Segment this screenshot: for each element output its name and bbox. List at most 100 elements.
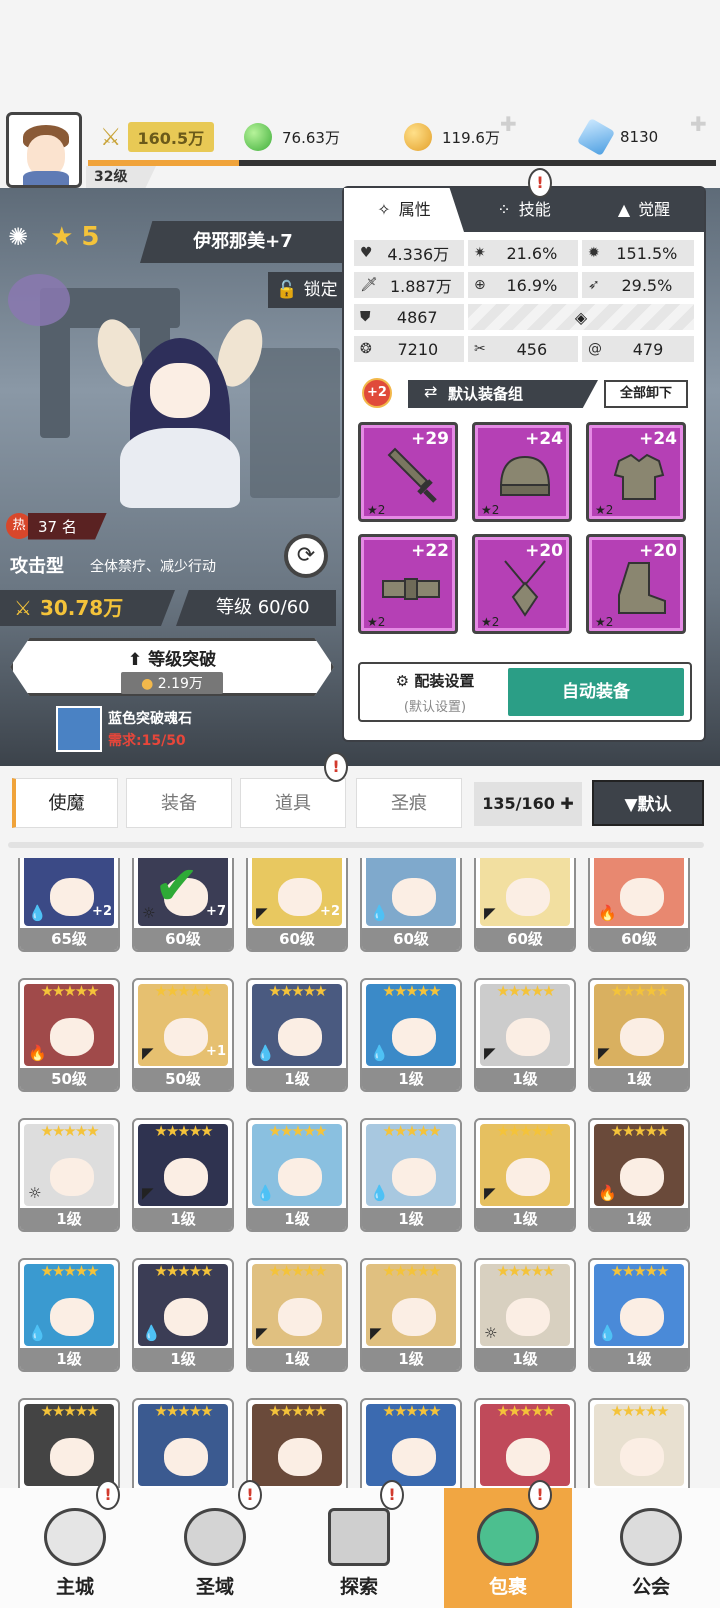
tab-awaken[interactable]: ▲ 觉醒	[584, 188, 704, 232]
tab-stigmata[interactable]: 圣痕	[356, 778, 462, 828]
familiar-level: 1级	[476, 1208, 574, 1230]
familiar-card[interactable]: ★★★★★ 💧 +2 65级	[18, 858, 120, 952]
familiar-level: 1级	[248, 1208, 346, 1230]
familiar-card[interactable]: ★★★★★ 💧 1级	[588, 1258, 690, 1372]
nav-main-city[interactable]: 主城	[10, 1488, 140, 1608]
familiar-level: 1级	[590, 1348, 688, 1370]
familiar-level: 1级	[476, 1068, 574, 1090]
familiar-level: 1级	[20, 1348, 118, 1370]
hot-rank-badge[interactable]: 热 37 名	[6, 511, 107, 541]
tab-familiars[interactable]: 使魔	[12, 778, 118, 828]
familiar-card[interactable]: ★★★★★ ◤ 60级	[474, 858, 576, 952]
green-currency-value: 76.63万	[282, 128, 340, 147]
familiar-bonus: +2	[320, 904, 340, 919]
add-gold-icon[interactable]: ✚	[500, 112, 526, 138]
nav-guild[interactable]: 公会	[586, 1488, 716, 1608]
tab-equipment[interactable]: 装备	[126, 778, 232, 828]
nav-bag[interactable]: 包裹	[444, 1488, 572, 1608]
equip-config-button[interactable]: ⚙ 配装设置	[364, 668, 506, 694]
familiar-card[interactable]: ★★★★★	[474, 1398, 576, 1488]
swap-view-button[interactable]: ⟳	[284, 534, 328, 578]
nav-label: 主城	[55, 1576, 94, 1598]
familiar-card[interactable]: ★★★★★ 💧 1级	[360, 978, 462, 1092]
sort-dropdown[interactable]: ▼默认	[592, 780, 704, 826]
hero-portrait[interactable]	[70, 313, 290, 518]
lock-button[interactable]: 🔓 锁定	[268, 272, 346, 308]
familiar-card[interactable]: ★★★★★ ☼ 1级	[18, 1118, 120, 1232]
element-icon: ◤	[484, 904, 496, 922]
familiar-card[interactable]: ★★★★★ 💧 60级	[360, 858, 462, 952]
equip-slot-belt[interactable]: +22 ★2	[358, 534, 458, 634]
capacity-counter[interactable]: 135/160 ✚	[474, 782, 582, 826]
star-rating: ★★★★★	[496, 1262, 555, 1280]
equip-slot-boots[interactable]: +20 ★2	[586, 534, 686, 634]
tab-items[interactable]: 道具	[240, 778, 346, 828]
element-icon: ◤	[598, 1044, 610, 1062]
equip-slot-armor[interactable]: +24 ★2	[586, 422, 686, 522]
familiar-card[interactable]: ★★★★★ 💧 1级	[360, 1118, 462, 1232]
familiar-card[interactable]: ★★★★★	[246, 1398, 348, 1488]
sanctuary-alert-icon: !	[238, 1480, 262, 1510]
crossed-swords-icon: ⚔	[14, 596, 32, 620]
inventory-tabs: 使魔 装备 道具 圣痕 ! 135/160 ✚ ▼默认	[0, 752, 720, 836]
hero-voice-bubble-icon[interactable]	[8, 274, 70, 326]
nav-explore[interactable]: 探索	[294, 1488, 424, 1608]
tab-skills[interactable]: ⁘ 技能	[464, 188, 584, 232]
familiar-card[interactable]: ★★★★★ 🔥 60级	[588, 858, 690, 952]
familiar-card[interactable]: ★★★★★	[588, 1398, 690, 1488]
familiar-card[interactable]: ★★★★★ ◤ 1级	[360, 1258, 462, 1372]
element-icon: ◤	[142, 1184, 154, 1202]
element-icon: ◤	[370, 1324, 382, 1342]
familiar-card[interactable]: ★★★★★ ◤ +2 60级	[246, 858, 348, 952]
nav-label: 探索	[339, 1576, 378, 1598]
player-exp-bar	[88, 160, 716, 166]
player-avatar[interactable]	[6, 112, 82, 188]
familiar-level: 1级	[590, 1068, 688, 1090]
set-bonus-badge[interactable]: +2	[362, 378, 392, 408]
familiar-level: 1级	[20, 1208, 118, 1230]
breakthrough-stone-name: 蓝色突破魂石	[108, 711, 192, 727]
nav-sanctuary[interactable]: 圣域	[150, 1488, 280, 1608]
star-rating: ★★★★★	[362, 858, 460, 860]
green-currency: 76.63万	[244, 116, 340, 158]
familiar-level: 65级	[20, 928, 118, 950]
familiar-card[interactable]: ★★★★★ 💧 1级	[18, 1258, 120, 1372]
add-diamond-icon[interactable]: ✚	[690, 112, 707, 136]
familiar-card[interactable]: ★★★★★ ◤ 1级	[246, 1258, 348, 1372]
auto-equip-button[interactable]: 自动装备	[508, 668, 684, 716]
familiar-card[interactable]: ★★★★★ 💧 1级	[132, 1258, 234, 1372]
tab-attributes[interactable]: ✧ 属性	[344, 188, 464, 232]
familiar-card[interactable]: ★★★★★	[18, 1398, 120, 1488]
exp-fill	[88, 160, 239, 166]
equip-slot-sword[interactable]: +29 ★2	[358, 422, 458, 522]
familiar-card[interactable]: ★★★★★ ☼ 1级	[474, 1258, 576, 1372]
capacity-count: 135/160	[482, 794, 555, 813]
wing-icon: ➶	[588, 277, 600, 293]
element-icon: ◤	[142, 1044, 154, 1062]
familiar-card[interactable]: ★★★★★ 💧 1级	[246, 1118, 348, 1232]
familiar-card[interactable]: ★★★★★ ◤ 1级	[132, 1118, 234, 1232]
star-rating: ★★★★★	[154, 1122, 213, 1140]
unequip-all-button[interactable]: 全部卸下	[604, 380, 688, 408]
familiar-card[interactable]: ★★★★★ ◤ 1级	[588, 978, 690, 1092]
familiar-card[interactable]: ★★★★★ ◤ +1 50级	[132, 978, 234, 1092]
equip-config-row: ⚙ 配装设置 (默认设置) 自动装备	[358, 662, 692, 722]
star-rating: ★★★★★	[268, 1122, 327, 1140]
level-breakthrough-button[interactable]: ⬆ 等级突破 ● 2.19万	[10, 638, 334, 696]
element-icon: 💧	[256, 1044, 275, 1062]
familiar-card[interactable]: ★★★★★ 🔥 50级	[18, 978, 120, 1092]
familiar-card[interactable]: ★★★★★	[360, 1398, 462, 1488]
familiar-card[interactable]: ★★★★★ ◤ 1级	[474, 1118, 576, 1232]
breakthrough-stone-icon[interactable]	[56, 706, 102, 752]
nav-label: 圣域	[195, 1576, 234, 1598]
familiar-card[interactable]: ★★★★★	[132, 1398, 234, 1488]
breakthrough-cost: 2.19万	[157, 676, 203, 692]
familiar-card[interactable]: ★★★★★☼+7✔60级	[132, 858, 234, 952]
familiar-card[interactable]: ★★★★★ 💧 1级	[246, 978, 348, 1092]
equip-slot-necklace[interactable]: +20 ★2	[472, 534, 572, 634]
familiar-card[interactable]: ★★★★★ ◤ 1级	[474, 978, 576, 1092]
top-status-bar: ⚔ 160.5万 76.63万 119.6万 ✚ 8130 ✚	[0, 112, 720, 188]
star-rating: ★★★★★	[382, 1122, 441, 1140]
equip-slot-helmet[interactable]: +24 ★2	[472, 422, 572, 522]
familiar-card[interactable]: ★★★★★ 🔥 1级	[588, 1118, 690, 1232]
